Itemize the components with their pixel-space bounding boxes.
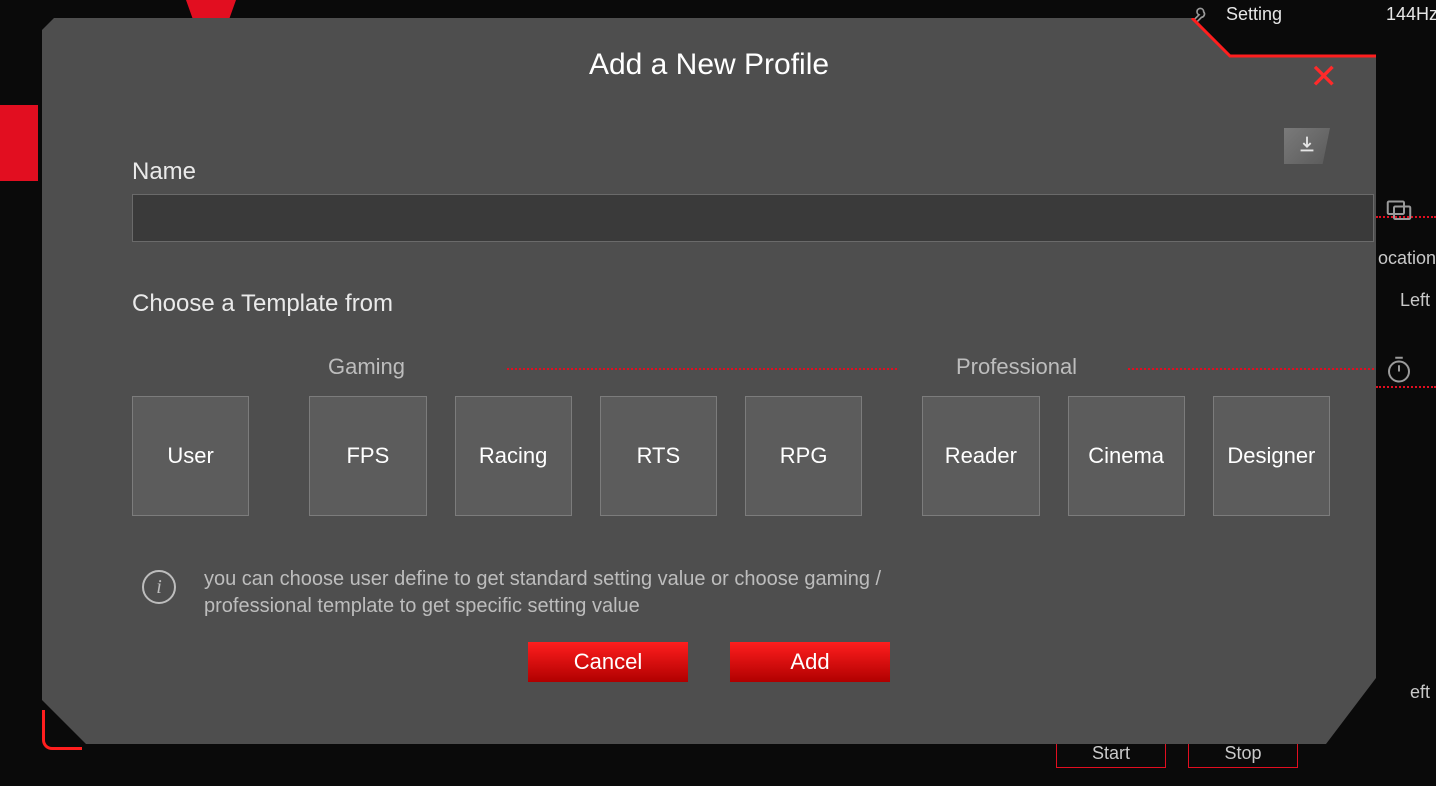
template-tile-fps[interactable]: FPS	[309, 396, 426, 516]
bg-refresh-rate: 144Hz	[1386, 4, 1436, 25]
add-button[interactable]: Add	[730, 642, 890, 682]
template-tile-row: User FPS Racing RTS RPG Reader Cinema De…	[132, 396, 1330, 516]
cancel-button[interactable]: Cancel	[528, 642, 688, 682]
template-tile-designer[interactable]: Designer	[1213, 396, 1330, 516]
template-tile-rts[interactable]: RTS	[600, 396, 717, 516]
bg-location-fragment: ocation	[1378, 248, 1436, 269]
layers-icon	[1384, 194, 1414, 224]
section-professional-divider	[1128, 368, 1374, 370]
info-text: you can choose user define to get standa…	[204, 566, 964, 620]
bg-divider-dots-2	[1376, 386, 1436, 388]
section-professional-label: Professional	[956, 354, 1077, 380]
add-profile-modal: Add a New Profile ✕ Name Choose a Templa…	[42, 18, 1376, 744]
section-gaming-divider	[507, 368, 897, 370]
stopwatch-icon	[1384, 354, 1414, 384]
bg-left-fragment-2: eft	[1410, 682, 1430, 703]
import-button[interactable]	[1284, 128, 1330, 164]
template-tile-racing[interactable]: Racing	[455, 396, 572, 516]
modal-button-row: Cancel Add	[42, 642, 1376, 682]
download-icon	[1296, 133, 1318, 160]
template-tile-reader[interactable]: Reader	[922, 396, 1039, 516]
bg-left-fragment-1: Left	[1400, 290, 1430, 311]
info-icon: i	[142, 570, 176, 604]
template-tile-rpg[interactable]: RPG	[745, 396, 862, 516]
close-icon[interactable]: ✕	[1310, 60, 1339, 94]
modal-title: Add a New Profile	[42, 48, 1376, 82]
info-row: i you can choose user define to get stan…	[142, 566, 1276, 620]
choose-template-label: Choose a Template from	[132, 290, 393, 318]
bg-left-accent	[0, 105, 38, 181]
template-tile-cinema[interactable]: Cinema	[1068, 396, 1185, 516]
name-input[interactable]	[132, 194, 1374, 242]
template-tile-user[interactable]: User	[132, 396, 249, 516]
bg-setting-label[interactable]: Setting	[1226, 4, 1282, 25]
name-label: Name	[132, 158, 196, 186]
section-gaming-label: Gaming	[328, 354, 405, 380]
